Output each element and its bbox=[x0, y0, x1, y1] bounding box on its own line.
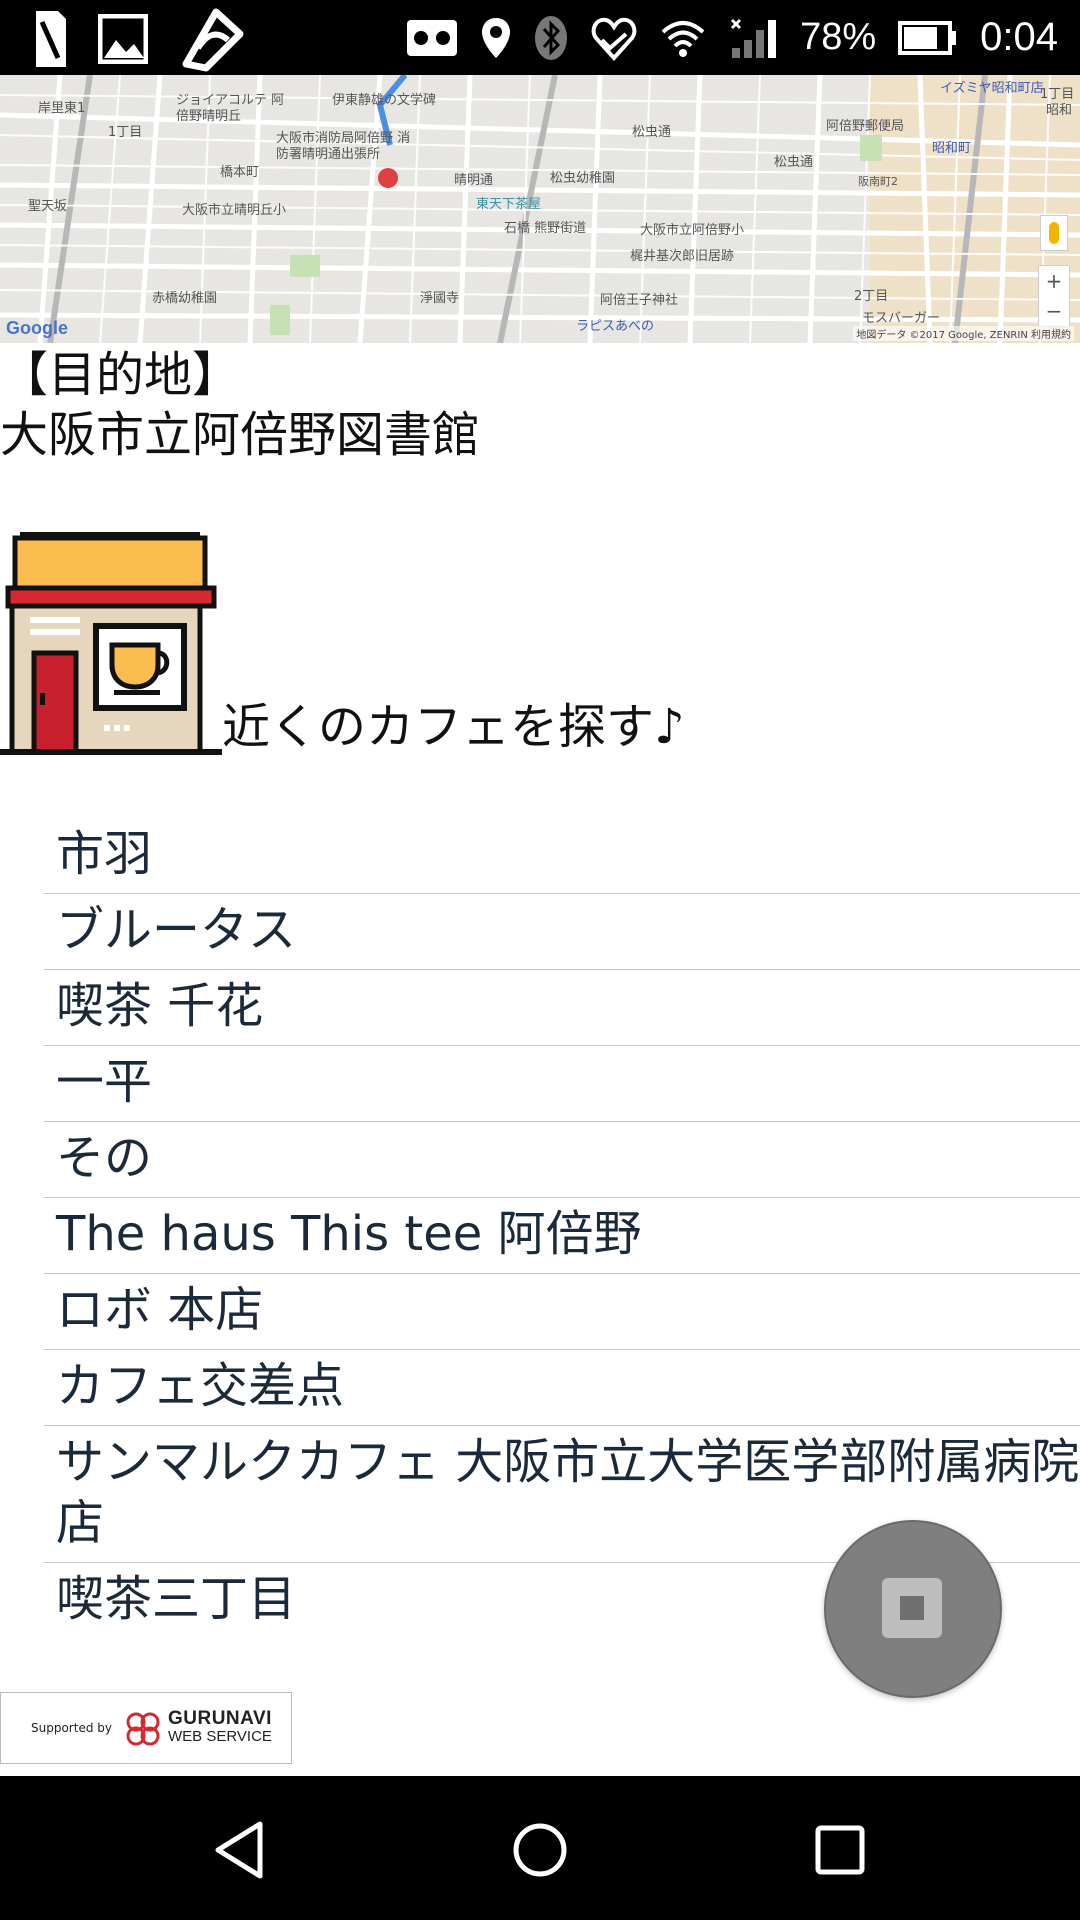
app-logo-icon bbox=[182, 8, 244, 72]
map-credits[interactable]: 地図データ ©2017 Google, ZENRIN 利用規約 bbox=[853, 326, 1074, 341]
map-label: ジョイアコルテ 阿倍野晴明丘 bbox=[176, 93, 285, 124]
cafe-list: 市羽 ブルータス 喫茶 千花 一平 その The haus This tee 阿… bbox=[44, 818, 1080, 1638]
gurunavi-brand: GURUNAVI WEB SERVICE bbox=[167, 1708, 272, 1746]
destination-label: 【目的地】 bbox=[0, 347, 241, 403]
map-label: 梶井基次郎旧居跡 bbox=[630, 249, 735, 264]
map-label: 橋本町 bbox=[220, 165, 260, 180]
map-label: 2丁目 bbox=[854, 289, 889, 304]
supported-by-text: Supported by bbox=[31, 1721, 112, 1735]
map-label: 東天下茶屋 bbox=[476, 197, 542, 212]
battery-percent: 78% bbox=[800, 16, 877, 58]
cafe-search-text[interactable]: 近くのカフェを探す♪ bbox=[222, 697, 685, 757]
health-icon bbox=[591, 17, 637, 61]
map-view[interactable]: 岸里東1 ジョイアコルテ 阿倍野晴明丘 伊東静雄の文学碑 イズミヤ昭和町店 1丁… bbox=[0, 75, 1080, 343]
gurunavi-logo-icon bbox=[126, 1712, 160, 1746]
list-item[interactable]: 喫茶 千花 bbox=[44, 970, 1080, 1046]
map-label: 松虫通 bbox=[774, 155, 814, 170]
map-label: 大阪市立晴明丘小 bbox=[182, 203, 287, 218]
signal-icon bbox=[731, 18, 777, 58]
map-label: 阪南町2 bbox=[858, 175, 898, 188]
list-item[interactable]: その bbox=[44, 1122, 1080, 1198]
wifi-icon bbox=[661, 20, 705, 57]
destination-name: 大阪市立阿倍野図書館 bbox=[0, 407, 481, 463]
list-item[interactable]: 一平 bbox=[44, 1046, 1080, 1122]
navigation-bar bbox=[0, 1776, 1080, 1920]
zoom-out-button[interactable]: − bbox=[1039, 296, 1069, 326]
map-label: 松虫幼稚園 bbox=[550, 171, 616, 186]
gurunavi-credit[interactable]: Supported by GURUNAVI WEB SERVICE bbox=[0, 1692, 292, 1764]
map-label: 阿倍野郵便局 bbox=[826, 119, 905, 134]
stop-button[interactable] bbox=[824, 1520, 1002, 1698]
sim-card-icon bbox=[36, 11, 66, 67]
cafe-shop-icon bbox=[0, 532, 222, 755]
status-bar-system: 78% 0:04 bbox=[406, 0, 1058, 75]
status-bar: 78% 0:04 bbox=[0, 0, 1080, 75]
battery-icon bbox=[898, 20, 957, 55]
list-item[interactable]: The haus This tee 阿倍野 bbox=[44, 1198, 1080, 1274]
voicemail-icon bbox=[407, 19, 458, 56]
zoom-in-button[interactable]: + bbox=[1039, 266, 1069, 296]
recents-icon[interactable] bbox=[810, 1820, 870, 1880]
list-item[interactable]: 市羽 bbox=[44, 818, 1080, 894]
list-item[interactable]: ブルータス bbox=[44, 894, 1080, 970]
stop-icon bbox=[882, 1578, 942, 1638]
map-label: 大阪市消防局阿倍野 消防署晴明通出張所 bbox=[276, 131, 411, 162]
map-label: 赤橋幼稚園 bbox=[152, 291, 218, 306]
clock: 0:04 bbox=[980, 15, 1058, 59]
map-label: 大阪市立阿倍野小 bbox=[640, 223, 745, 238]
gallery-icon bbox=[98, 14, 148, 64]
map-label: 淨國寺 bbox=[420, 291, 460, 306]
map-label: 岸里東1 bbox=[38, 101, 86, 116]
map-label: 石橋 熊野街道 bbox=[504, 221, 587, 236]
list-item[interactable]: カフェ交差点 bbox=[44, 1350, 1080, 1426]
cafe-search-link[interactable]: 近くのカフェを探す♪ bbox=[0, 527, 685, 757]
map-label: ラピスあべの bbox=[576, 319, 655, 334]
map-label: 聖天坂 bbox=[28, 199, 68, 214]
map-label: 1丁目 bbox=[108, 125, 143, 140]
map-label: 1丁目 bbox=[1040, 87, 1075, 102]
street-view-pegman-icon[interactable] bbox=[1040, 215, 1068, 251]
map-label: 昭和町 bbox=[932, 141, 972, 156]
zoom-control: + − bbox=[1038, 265, 1070, 327]
map-label: イズミヤ昭和町店 bbox=[940, 81, 1044, 96]
map-label: モスバーガー bbox=[862, 311, 941, 326]
map-label: 松虫通 bbox=[632, 125, 672, 140]
gurunavi-brand-line2: WEB SERVICE bbox=[167, 1728, 272, 1745]
map-label: 伊東静雄の文学碑 bbox=[332, 93, 437, 108]
bluetooth-icon bbox=[535, 15, 568, 60]
location-icon bbox=[482, 17, 511, 58]
map-label: 晴明通 bbox=[454, 173, 494, 188]
map-label: 阿倍王子神社 bbox=[600, 293, 679, 308]
home-icon[interactable] bbox=[510, 1820, 570, 1880]
google-logo: Google bbox=[6, 318, 68, 338]
list-item[interactable]: ロボ 本店 bbox=[44, 1274, 1080, 1350]
status-bar-notifications bbox=[30, 4, 248, 74]
back-icon[interactable] bbox=[210, 1820, 270, 1880]
gurunavi-brand-line1: GURUNAVI bbox=[167, 1708, 272, 1729]
